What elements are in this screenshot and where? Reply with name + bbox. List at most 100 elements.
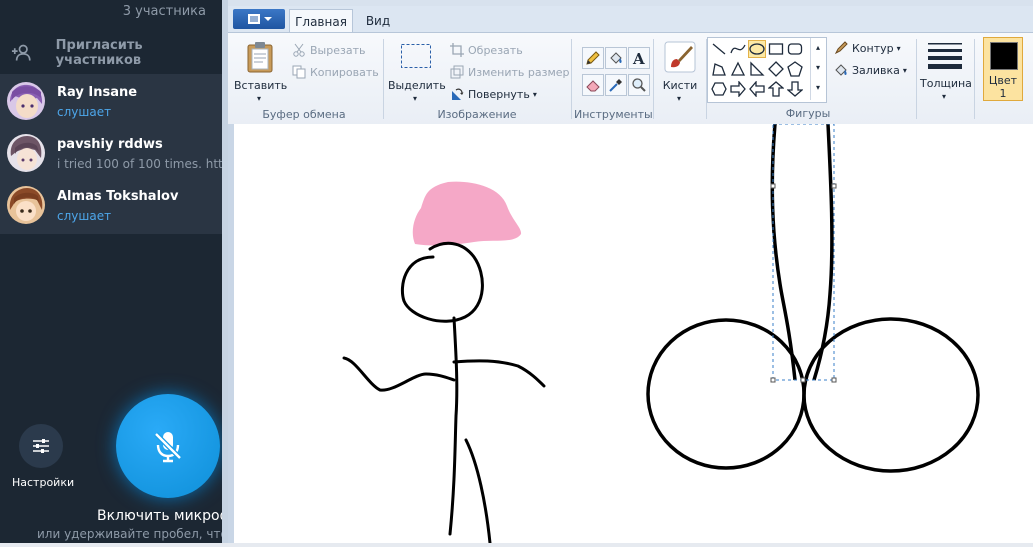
- shape-arrow-left[interactable]: [748, 80, 766, 98]
- eraser-tool[interactable]: [582, 74, 604, 96]
- image-group: Выделить ▾ Обрезать Изменить размер Пове…: [386, 35, 570, 123]
- file-menu-button[interactable]: [233, 9, 285, 29]
- oval-icon: [749, 43, 765, 55]
- eraser-icon: [586, 80, 600, 92]
- tools-group-label: Инструменты: [574, 108, 653, 121]
- left-arm-stroke: [342, 356, 456, 392]
- crop-label: Обрезать: [468, 43, 523, 57]
- microphone-button[interactable]: [116, 394, 220, 498]
- fill-button[interactable]: Заливка ▾: [834, 63, 907, 77]
- image-group-label: Изображение: [437, 108, 517, 121]
- sliders-icon: [33, 439, 49, 453]
- dropdown-arrow-icon: ▾: [413, 94, 418, 103]
- shape-rectangle[interactable]: [767, 40, 785, 58]
- participants-count: 3 участника: [122, 4, 206, 19]
- selection-handle[interactable]: [770, 183, 776, 189]
- clipboard-group: Вставить ▾ Вырезать Копировать Буфер обм…: [228, 35, 380, 123]
- tools-group: A Инструменты: [574, 35, 653, 123]
- tab-view[interactable]: Вид: [357, 9, 399, 32]
- participant-item[interactable]: Almas Tokshalov слушает: [0, 178, 222, 230]
- paste-label: Вставить: [234, 79, 288, 92]
- rotate-button[interactable]: Повернуть ▾: [450, 87, 537, 101]
- dropdown-arrow-icon: ▾: [896, 43, 901, 53]
- line-size-icon: [928, 43, 962, 69]
- paste-button[interactable]: Вставить ▾: [234, 39, 288, 103]
- clipboard-group-label: Буфер обмена: [262, 108, 346, 121]
- settings-label: Настройки: [12, 476, 75, 489]
- outline-button[interactable]: Контур ▾: [834, 41, 901, 55]
- participant-name: pavshiy rddws: [57, 137, 163, 152]
- selection-handle[interactable]: [831, 183, 837, 189]
- shape-line[interactable]: [710, 40, 728, 58]
- rotate-icon: [452, 88, 464, 100]
- shape-arrow-down[interactable]: [786, 80, 804, 98]
- color-picker-tool[interactable]: [605, 74, 627, 96]
- invite-label: Пригласить участников: [55, 38, 143, 68]
- color1-button[interactable]: Цвет 1: [983, 37, 1023, 101]
- shape-triangle[interactable]: [729, 60, 747, 78]
- resize-button[interactable]: Изменить размер: [450, 65, 570, 79]
- bucket-icon: [610, 52, 622, 64]
- crop-button[interactable]: Обрезать: [450, 43, 523, 57]
- brushes-button[interactable]: Кисти ▾: [660, 39, 700, 103]
- head-stroke: [400, 241, 484, 323]
- leg-stroke: [464, 438, 492, 545]
- magnifier-tool[interactable]: [628, 74, 650, 96]
- settings-button[interactable]: [19, 424, 63, 468]
- dropdown-arrow-icon: ▾: [942, 92, 947, 101]
- copy-icon: [292, 65, 306, 79]
- fill-label: Заливка: [852, 63, 900, 77]
- avatar: [7, 134, 45, 172]
- crop-icon: [450, 43, 464, 57]
- outline-brush-icon: [834, 41, 848, 55]
- shape-pentagon[interactable]: [786, 60, 804, 78]
- shape-arrow-right[interactable]: [729, 80, 747, 98]
- invite-participants-button[interactable]: Пригласить участников: [0, 35, 222, 71]
- pentagon-icon: [787, 61, 803, 77]
- magnifier-icon: [632, 78, 646, 92]
- copy-button[interactable]: Копировать: [292, 65, 379, 79]
- shape-polygon[interactable]: [710, 60, 728, 78]
- participant-item[interactable]: pavshiy rddws i tried 100 of 100 times. …: [0, 126, 222, 178]
- ribbon-separator: [571, 39, 572, 119]
- arrow-left-icon: [749, 81, 765, 97]
- copy-label: Копировать: [310, 65, 379, 79]
- arrow-right-icon: [730, 81, 746, 97]
- triangle-icon: [730, 61, 746, 76]
- select-button[interactable]: Выделить ▾: [388, 39, 446, 103]
- shape-right-triangle[interactable]: [748, 60, 766, 78]
- shape-arrow-up[interactable]: [767, 80, 785, 98]
- shapes-scroll[interactable]: ▴ ▾ ▾: [810, 38, 825, 100]
- shape-hexagon[interactable]: [710, 80, 728, 98]
- participant-item[interactable]: Ray Insane слушает: [0, 74, 222, 126]
- scissors-icon: [293, 43, 305, 57]
- shape-rounded-rectangle[interactable]: [786, 40, 804, 58]
- size-button[interactable]: Толщина ▾: [920, 37, 972, 101]
- selection-handle[interactable]: [800, 377, 806, 383]
- selection-icon: [401, 44, 431, 68]
- brushes-label: Кисти: [662, 79, 698, 92]
- drawing-canvas[interactable]: [234, 123, 1033, 545]
- selection-handle[interactable]: [831, 377, 837, 383]
- brushes-group: Кисти ▾: [656, 35, 704, 123]
- dropdown-arrow-icon: ▾: [677, 94, 682, 103]
- canvas-area: [228, 123, 1033, 545]
- participants-list: Ray Insane слушает pavshiy rddws i tried…: [0, 74, 222, 234]
- text-tool[interactable]: A: [628, 47, 650, 69]
- rotate-label: Повернуть: [468, 87, 530, 101]
- avatar: [7, 82, 45, 120]
- pencil-tool[interactable]: [582, 47, 604, 69]
- cut-button[interactable]: Вырезать: [292, 43, 365, 57]
- shape-diamond[interactable]: [767, 60, 785, 78]
- right-circle: [802, 317, 980, 473]
- selection-handle[interactable]: [770, 377, 776, 383]
- shapes-gallery: ▴ ▾ ▾: [707, 37, 827, 103]
- participant-status: слушает: [57, 105, 112, 119]
- tab-home[interactable]: Главная: [289, 9, 353, 33]
- left-tube-stroke: [770, 123, 797, 381]
- arrow-down-icon: [787, 81, 803, 97]
- fill-tool[interactable]: [605, 47, 627, 69]
- shape-curve[interactable]: [729, 40, 747, 58]
- shape-oval[interactable]: [748, 40, 766, 58]
- avatar: [7, 186, 45, 224]
